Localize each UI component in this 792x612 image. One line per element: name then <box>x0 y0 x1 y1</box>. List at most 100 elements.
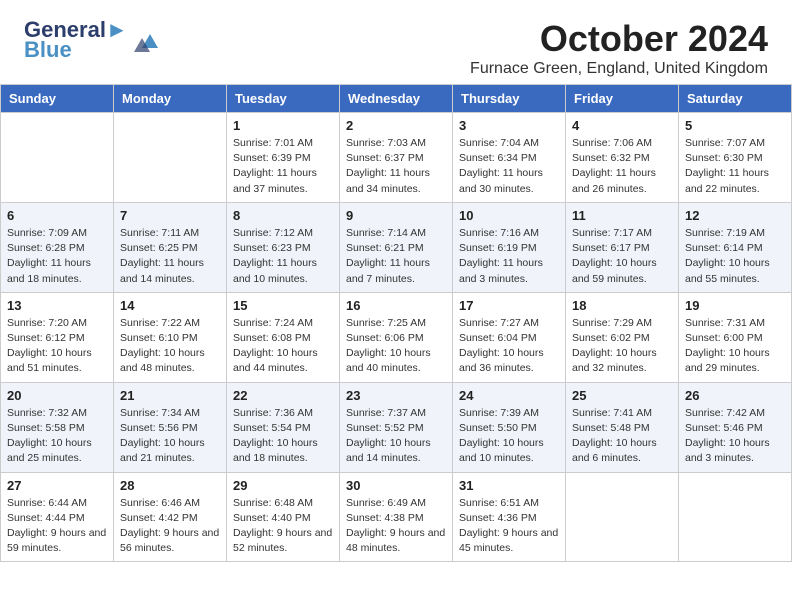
calendar-cell <box>679 472 792 562</box>
calendar-cell: 30 Sunrise: 6:49 AMSunset: 4:38 PMDayligh… <box>340 472 453 562</box>
day-number: 21 <box>120 388 220 403</box>
calendar-cell: 18 Sunrise: 7:29 AMSunset: 6:02 PMDayligh… <box>566 292 679 382</box>
day-number: 23 <box>346 388 446 403</box>
page-header: General► Blue October 2024 Furnace Green… <box>0 0 792 84</box>
calendar-cell: 19Sunrise: 7:31 AMSunset: 6:00 PMDayligh… <box>679 292 792 382</box>
page-title: October 2024 <box>470 18 768 60</box>
day-info: Sunrise: 7:22 AMSunset: 6:10 PMDaylight:… <box>120 316 220 377</box>
calendar-cell: 15 Sunrise: 7:24 AMSunset: 6:08 PMDayligh… <box>227 292 340 382</box>
logo-icon <box>134 30 166 52</box>
calendar-cell: 6 Sunrise: 7:09 AMSunset: 6:28 PMDaylight… <box>1 202 114 292</box>
day-number: 13 <box>7 298 107 313</box>
day-number: 27 <box>7 478 107 493</box>
calendar-cell: 13 Sunrise: 7:20 AMSunset: 6:12 PMDayligh… <box>1 292 114 382</box>
calendar-cell: 3Sunrise: 7:04 AMSunset: 6:34 PMDaylight… <box>453 113 566 203</box>
day-number: 20 <box>7 388 107 403</box>
calendar-cell: 9 Sunrise: 7:14 AMSunset: 6:21 PMDaylight… <box>340 202 453 292</box>
day-number: 18 <box>572 298 672 313</box>
day-number: 3 <box>459 118 559 133</box>
day-number: 6 <box>7 208 107 223</box>
day-number: 26 <box>685 388 785 403</box>
day-info: Sunrise: 7:09 AMSunset: 6:28 PMDaylight:… <box>7 226 107 287</box>
weekday-header-row: SundayMondayTuesdayWednesdayThursdayFrid… <box>1 85 792 113</box>
calendar-cell: 12Sunrise: 7:19 AMSunset: 6:14 PMDayligh… <box>679 202 792 292</box>
calendar-table: SundayMondayTuesdayWednesdayThursdayFrid… <box>0 84 792 562</box>
day-number: 31 <box>459 478 559 493</box>
day-number: 2 <box>346 118 446 133</box>
weekday-header-sunday: Sunday <box>1 85 114 113</box>
calendar-week-row: 1Sunrise: 7:01 AMSunset: 6:39 PMDaylight… <box>1 113 792 203</box>
weekday-header-thursday: Thursday <box>453 85 566 113</box>
day-number: 16 <box>346 298 446 313</box>
day-number: 30 <box>346 478 446 493</box>
day-number: 11 <box>572 208 672 223</box>
day-number: 10 <box>459 208 559 223</box>
calendar-cell: 24Sunrise: 7:39 AMSunset: 5:50 PMDayligh… <box>453 382 566 472</box>
day-info: Sunrise: 6:49 AMSunset: 4:38 PMDaylight:… <box>346 496 446 557</box>
day-info: Sunrise: 7:17 AMSunset: 6:17 PMDaylight:… <box>572 226 672 287</box>
day-info: Sunrise: 7:01 AMSunset: 6:39 PMDaylight:… <box>233 136 333 197</box>
calendar-cell: 10 Sunrise: 7:16 AMSunset: 6:19 PMDayligh… <box>453 202 566 292</box>
calendar-cell: 16 Sunrise: 7:25 AMSunset: 6:06 PMDayligh… <box>340 292 453 382</box>
day-info: Sunrise: 7:16 AMSunset: 6:19 PMDaylight:… <box>459 226 559 287</box>
day-number: 28 <box>120 478 220 493</box>
day-info: Sunrise: 7:29 AMSunset: 6:02 PMDaylight:… <box>572 316 672 377</box>
calendar-cell: 1Sunrise: 7:01 AMSunset: 6:39 PMDaylight… <box>227 113 340 203</box>
day-number: 4 <box>572 118 672 133</box>
calendar-cell: 8 Sunrise: 7:12 AMSunset: 6:23 PMDaylight… <box>227 202 340 292</box>
day-info: Sunrise: 7:32 AMSunset: 5:58 PMDaylight:… <box>7 406 107 467</box>
day-number: 15 <box>233 298 333 313</box>
day-info: Sunrise: 7:42 AMSunset: 5:46 PMDaylight:… <box>685 406 785 467</box>
day-info: Sunrise: 6:44 AMSunset: 4:44 PMDaylight:… <box>7 496 107 557</box>
day-number: 8 <box>233 208 333 223</box>
weekday-header-wednesday: Wednesday <box>340 85 453 113</box>
calendar-cell: 14 Sunrise: 7:22 AMSunset: 6:10 PMDayligh… <box>114 292 227 382</box>
weekday-header-saturday: Saturday <box>679 85 792 113</box>
logo: General► Blue <box>24 18 166 62</box>
day-info: Sunrise: 7:03 AMSunset: 6:37 PMDaylight:… <box>346 136 446 197</box>
day-info: Sunrise: 7:25 AMSunset: 6:06 PMDaylight:… <box>346 316 446 377</box>
calendar-cell: 20 Sunrise: 7:32 AMSunset: 5:58 PMDayligh… <box>1 382 114 472</box>
calendar-week-row: 6 Sunrise: 7:09 AMSunset: 6:28 PMDaylight… <box>1 202 792 292</box>
day-number: 19 <box>685 298 785 313</box>
day-info: Sunrise: 7:39 AMSunset: 5:50 PMDaylight:… <box>459 406 559 467</box>
calendar-cell: 23Sunrise: 7:37 AMSunset: 5:52 PMDayligh… <box>340 382 453 472</box>
calendar-cell: 31 Sunrise: 6:51 AMSunset: 4:36 PMDayligh… <box>453 472 566 562</box>
day-number: 25 <box>572 388 672 403</box>
day-number: 12 <box>685 208 785 223</box>
day-info: Sunrise: 7:12 AMSunset: 6:23 PMDaylight:… <box>233 226 333 287</box>
weekday-header-monday: Monday <box>114 85 227 113</box>
day-info: Sunrise: 7:14 AMSunset: 6:21 PMDaylight:… <box>346 226 446 287</box>
calendar-cell: 27 Sunrise: 6:44 AMSunset: 4:44 PMDayligh… <box>1 472 114 562</box>
day-number: 5 <box>685 118 785 133</box>
calendar-cell: 21 Sunrise: 7:34 AMSunset: 5:56 PMDayligh… <box>114 382 227 472</box>
day-number: 22 <box>233 388 333 403</box>
calendar-cell: 11 Sunrise: 7:17 AMSunset: 6:17 PMDayligh… <box>566 202 679 292</box>
day-info: Sunrise: 6:51 AMSunset: 4:36 PMDaylight:… <box>459 496 559 557</box>
calendar-cell: 28 Sunrise: 6:46 AMSunset: 4:42 PMDayligh… <box>114 472 227 562</box>
calendar-cell: 26 Sunrise: 7:42 AMSunset: 5:46 PMDayligh… <box>679 382 792 472</box>
day-info: Sunrise: 6:46 AMSunset: 4:42 PMDaylight:… <box>120 496 220 557</box>
calendar-cell: 4 Sunrise: 7:06 AMSunset: 6:32 PMDaylight… <box>566 113 679 203</box>
weekday-header-friday: Friday <box>566 85 679 113</box>
day-info: Sunrise: 7:11 AMSunset: 6:25 PMDaylight:… <box>120 226 220 287</box>
day-info: Sunrise: 7:41 AMSunset: 5:48 PMDaylight:… <box>572 406 672 467</box>
calendar-cell: 17 Sunrise: 7:27 AMSunset: 6:04 PMDayligh… <box>453 292 566 382</box>
day-number: 17 <box>459 298 559 313</box>
day-info: Sunrise: 7:27 AMSunset: 6:04 PMDaylight:… <box>459 316 559 377</box>
page-subtitle: Furnace Green, England, United Kingdom <box>470 60 768 78</box>
day-number: 29 <box>233 478 333 493</box>
calendar-cell <box>566 472 679 562</box>
day-info: Sunrise: 7:34 AMSunset: 5:56 PMDaylight:… <box>120 406 220 467</box>
day-number: 14 <box>120 298 220 313</box>
day-info: Sunrise: 7:20 AMSunset: 6:12 PMDaylight:… <box>7 316 107 377</box>
calendar-week-row: 13 Sunrise: 7:20 AMSunset: 6:12 PMDayligh… <box>1 292 792 382</box>
calendar-cell: 7 Sunrise: 7:11 AMSunset: 6:25 PMDaylight… <box>114 202 227 292</box>
day-number: 7 <box>120 208 220 223</box>
calendar-cell <box>1 113 114 203</box>
day-info: Sunrise: 7:06 AMSunset: 6:32 PMDaylight:… <box>572 136 672 197</box>
day-number: 9 <box>346 208 446 223</box>
calendar-week-row: 20 Sunrise: 7:32 AMSunset: 5:58 PMDayligh… <box>1 382 792 472</box>
day-info: Sunrise: 7:24 AMSunset: 6:08 PMDaylight:… <box>233 316 333 377</box>
weekday-header-tuesday: Tuesday <box>227 85 340 113</box>
